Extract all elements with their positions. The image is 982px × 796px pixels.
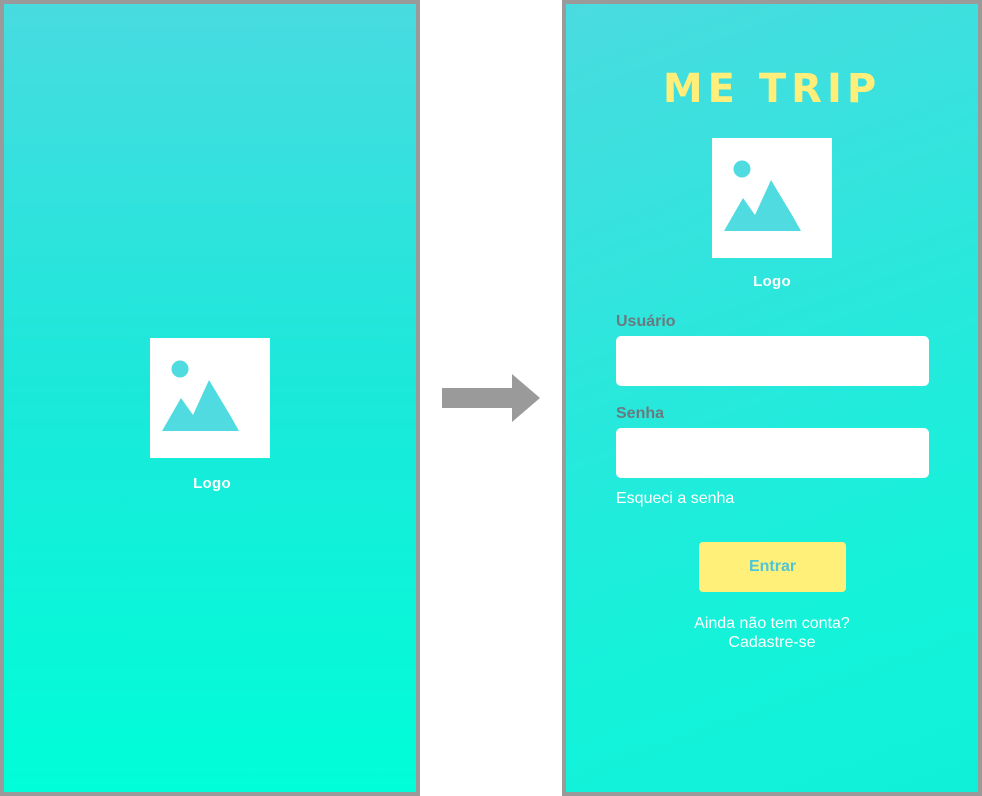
splash-screen: Logo (0, 0, 420, 796)
enter-button[interactable]: Entrar (699, 542, 846, 592)
password-label: Senha (616, 405, 665, 422)
signup-link[interactable]: Ainda não tem conta? Cadastre-se (566, 614, 978, 652)
image-placeholder-icon (162, 360, 239, 431)
splash-logo (150, 338, 270, 458)
login-logo (712, 138, 832, 258)
image-placeholder-icon (724, 160, 801, 231)
username-label: Usuário (616, 313, 676, 330)
login-screen: ME TRIP Logo Usuário Senha Esqueci a sen… (562, 0, 982, 796)
splash-logo-label: Logo (193, 475, 231, 492)
username-input[interactable] (616, 336, 929, 386)
forgot-password-link[interactable]: Esqueci a senha (616, 490, 734, 508)
arrow-right-icon (442, 374, 540, 422)
wireframe-canvas: Logo ME TRIP Logo Usuário Senha Esqueci … (0, 0, 982, 796)
signup-prompt: Ainda não tem conta? (694, 615, 850, 632)
password-input[interactable] (616, 428, 929, 478)
app-title: ME TRIP (662, 66, 882, 112)
login-logo-label: Logo (753, 273, 791, 290)
signup-action: Cadastre-se (728, 634, 816, 651)
